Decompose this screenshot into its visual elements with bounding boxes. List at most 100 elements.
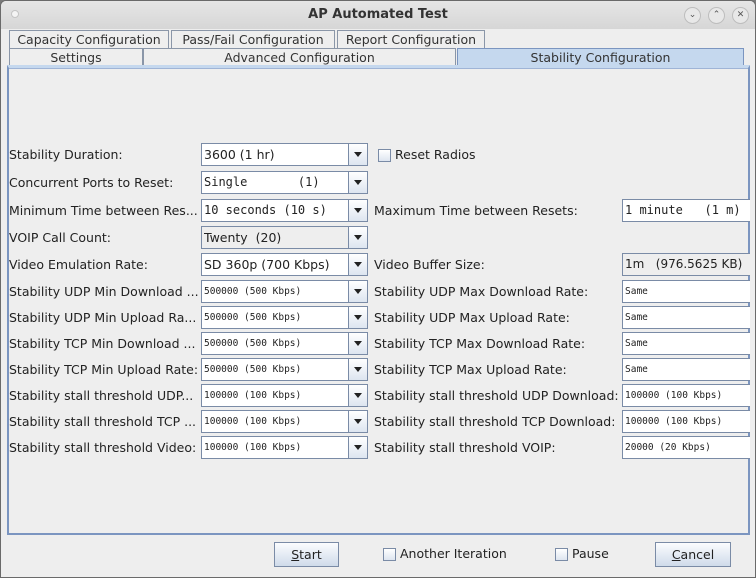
stall-tcp-download-value: 100000 (100 Kbps): [625, 416, 723, 427]
tab-pass-fail-configuration[interactable]: Pass/Fail Configuration: [171, 30, 335, 48]
udp-max-download-label: Stability UDP Max Download Rate:: [374, 284, 589, 299]
tab-settings[interactable]: Settings: [9, 48, 143, 66]
tab-label: Stability Configuration: [530, 50, 671, 65]
pause-checkbox[interactable]: [555, 548, 568, 561]
tab-report-configuration[interactable]: Report Configuration: [337, 30, 485, 48]
voip-call-count-label: VOIP Call Count:: [9, 230, 112, 245]
panel-divider: [9, 68, 748, 69]
max-time-resets-value: 1 minute (1 m): [625, 203, 741, 217]
chevron-down-icon[interactable]: [348, 227, 367, 248]
max-time-resets-label: Maximum Time between Resets:: [374, 203, 578, 218]
chevron-down-icon[interactable]: [348, 200, 367, 221]
udp-min-download-combo[interactable]: 500000 (500 Kbps): [201, 280, 368, 303]
stall-tcp-upload-label: Stability stall threshold TCP ...: [9, 414, 197, 429]
tcp-min-upload-value: 500000 (500 Kbps): [204, 364, 302, 375]
tcp-min-upload-combo[interactable]: 500000 (500 Kbps): [201, 358, 368, 381]
video-buffer-size-value: 1m (976.5625 KB): [625, 257, 743, 271]
window-title: AP Automated Test: [308, 7, 448, 22]
chevron-down-icon[interactable]: [348, 437, 367, 458]
stall-udp-download-value: 100000 (100 Kbps): [625, 390, 723, 401]
max-time-resets-field[interactable]: 1 minute (1 m): [622, 199, 750, 222]
stability-duration-combo[interactable]: 3600 (1 hr): [201, 143, 368, 166]
reset-radios-checkbox[interactable]: [378, 149, 391, 162]
udp-min-upload-value: 500000 (500 Kbps): [204, 312, 302, 323]
tcp-max-upload-label: Stability TCP Max Upload Rate:: [374, 362, 567, 377]
tab-label: Advanced Configuration: [224, 50, 375, 65]
video-emulation-rate-value: SD 360p (700 Kbps): [204, 257, 330, 272]
another-iteration-checkbox[interactable]: [383, 548, 396, 561]
concurrent-ports-combo[interactable]: Single (1): [201, 171, 368, 194]
tab-capacity-configuration[interactable]: Capacity Configuration: [9, 30, 169, 48]
udp-min-download-label: Stability UDP Min Download ...: [9, 284, 199, 299]
start-label: tart: [299, 547, 322, 562]
tcp-min-download-label: Stability TCP Min Download ...: [9, 336, 196, 351]
cancel-button[interactable]: Cancel: [655, 542, 731, 567]
video-buffer-size-label: Video Buffer Size:: [374, 257, 485, 272]
min-time-resets-label: Minimum Time between Res...: [9, 203, 198, 218]
cancel-label: ancel: [680, 547, 715, 562]
udp-max-download-value: Same: [625, 286, 648, 297]
udp-min-download-value: 500000 (500 Kbps): [204, 286, 302, 297]
reset-radios-label: Reset Radios: [395, 147, 476, 162]
voip-call-count-value: Twenty (20): [204, 230, 282, 245]
tcp-min-upload-label: Stability TCP Min Upload Rate:: [9, 362, 199, 377]
chevron-down-icon[interactable]: [348, 144, 367, 165]
ap-automated-test-window: AP Automated Test ⌄ ⌃ ✕ Capacity Configu…: [0, 0, 756, 578]
tcp-min-download-value: 500000 (500 Kbps): [204, 338, 302, 349]
chevron-down-icon[interactable]: [348, 333, 367, 354]
stall-tcp-download-field[interactable]: 100000 (100 Kbps): [622, 410, 750, 433]
tcp-max-download-label: Stability TCP Max Download Rate:: [374, 336, 586, 351]
start-mnemonic: S: [291, 547, 300, 562]
tab-label: Capacity Configuration: [17, 32, 161, 47]
tcp-min-download-combo[interactable]: 500000 (500 Kbps): [201, 332, 368, 355]
stall-voip-label: Stability stall threshold VOIP:: [374, 440, 556, 455]
tab-stability-configuration[interactable]: Stability Configuration: [457, 48, 744, 66]
tab-label: Report Configuration: [345, 32, 477, 47]
chevron-down-icon[interactable]: [348, 307, 367, 328]
stall-udp-upload-combo[interactable]: 100000 (100 Kbps): [201, 384, 368, 407]
tab-label: Settings: [50, 50, 102, 65]
tab-label: Pass/Fail Configuration: [182, 32, 324, 47]
stall-tcp-upload-combo[interactable]: 100000 (100 Kbps): [201, 410, 368, 433]
stability-duration-value: 3600 (1 hr): [204, 147, 275, 162]
chevron-down-icon[interactable]: [348, 411, 367, 432]
udp-max-upload-field[interactable]: Same: [622, 306, 750, 329]
chevron-down-icon[interactable]: [348, 385, 367, 406]
chevron-down-icon[interactable]: [348, 254, 367, 275]
tcp-max-upload-value: Same: [625, 364, 648, 375]
stability-duration-label: Stability Duration:: [9, 147, 123, 162]
udp-max-upload-label: Stability UDP Max Upload Rate:: [374, 310, 570, 325]
pause-label: Pause: [572, 546, 609, 561]
stall-udp-download-field[interactable]: 100000 (100 Kbps): [622, 384, 750, 407]
stall-tcp-upload-value: 100000 (100 Kbps): [204, 416, 302, 427]
stall-video-value: 100000 (100 Kbps): [204, 442, 302, 453]
udp-min-upload-combo[interactable]: 500000 (500 Kbps): [201, 306, 368, 329]
cancel-mnemonic: C: [671, 547, 681, 562]
video-buffer-size-field[interactable]: 1m (976.5625 KB): [622, 253, 750, 276]
concurrent-ports-value: Single (1): [204, 175, 320, 189]
chevron-down-icon[interactable]: [348, 359, 367, 380]
stall-udp-upload-label: Stability stall threshold UDP...: [9, 388, 194, 403]
another-iteration-label: Another Iteration: [400, 546, 507, 561]
minimize-icon[interactable]: ⌄: [684, 7, 701, 24]
stall-voip-value: 20000 (20 Kbps): [625, 442, 711, 453]
stall-tcp-download-label: Stability stall threshold TCP Download:: [374, 414, 616, 429]
chevron-down-icon[interactable]: [348, 281, 367, 302]
chevron-down-icon[interactable]: [348, 172, 367, 193]
tcp-max-upload-field[interactable]: Same: [622, 358, 750, 381]
udp-max-upload-value: Same: [625, 312, 648, 323]
maximize-icon[interactable]: ⌃: [708, 7, 725, 24]
video-emulation-rate-label: Video Emulation Rate:: [9, 257, 148, 272]
udp-max-download-field[interactable]: Same: [622, 280, 750, 303]
close-icon[interactable]: ✕: [732, 7, 749, 24]
stall-voip-field[interactable]: 20000 (20 Kbps): [622, 436, 750, 459]
tab-advanced-configuration[interactable]: Advanced Configuration: [143, 48, 456, 66]
video-emulation-rate-combo[interactable]: SD 360p (700 Kbps): [201, 253, 368, 276]
stall-video-combo[interactable]: 100000 (100 Kbps): [201, 436, 368, 459]
start-button[interactable]: Start: [274, 542, 339, 567]
tcp-max-download-value: Same: [625, 338, 648, 349]
min-time-resets-combo[interactable]: 10 seconds (10 s): [201, 199, 368, 222]
tcp-max-download-field[interactable]: Same: [622, 332, 750, 355]
title-bar[interactable]: AP Automated Test ⌄ ⌃ ✕: [1, 1, 755, 29]
voip-call-count-combo[interactable]: Twenty (20): [201, 226, 368, 249]
